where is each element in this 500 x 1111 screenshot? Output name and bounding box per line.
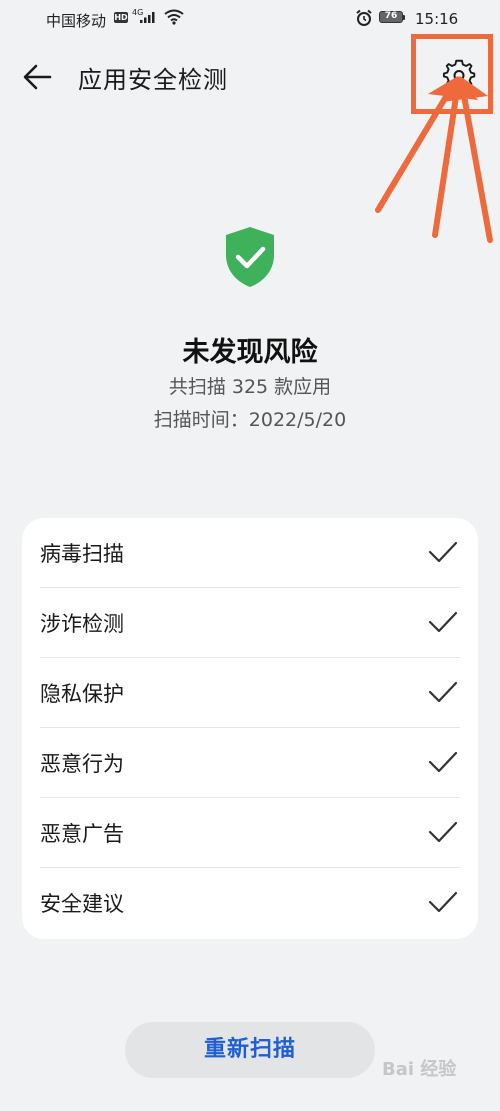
check-item-label: 涉诈检测: [40, 612, 124, 636]
back-arrow-icon: [23, 64, 52, 90]
wifi-icon: [164, 9, 184, 25]
signal-icon: [140, 12, 155, 23]
battery-tip: [403, 15, 405, 20]
check-item-malicious-ads: 恶意广告: [22, 798, 478, 868]
checkmark-icon: [428, 891, 458, 913]
scan-time: 扫描时间：2022/5/20: [153, 409, 347, 431]
alarm-icon: [356, 9, 372, 26]
check-list: 病毒扫描 涉诈检测 隐私保护 恶意行为 恶意广告 安全建议: [22, 518, 478, 939]
check-item-virus-scan: 病毒扫描: [22, 518, 478, 588]
carrier-name: 中国移动: [46, 12, 107, 30]
check-item-label: 隐私保护: [40, 682, 124, 706]
checkmark-icon: [428, 821, 458, 843]
status-bar: 中国移动 HD 4G 76 15:16: [0, 0, 500, 38]
back-button[interactable]: [20, 58, 58, 96]
hd-badge: HD: [114, 12, 128, 23]
page-title: 应用安全检测: [78, 66, 228, 94]
clock: 15:16: [415, 10, 459, 28]
battery-indicator: 76: [379, 11, 403, 23]
check-item-privacy-protection: 隐私保护: [22, 658, 478, 728]
check-item-label: 恶意广告: [40, 822, 124, 846]
annotation-arrows: [375, 76, 493, 243]
checkmark-icon: [428, 541, 458, 563]
check-item-label: 病毒扫描: [40, 542, 124, 566]
check-item-malicious-behavior: 恶意行为: [22, 728, 478, 798]
rescan-button[interactable]: 重新扫描: [125, 1022, 375, 1078]
check-item-label: 安全建议: [40, 892, 124, 916]
checkmark-icon: [428, 681, 458, 703]
checkmark-icon: [428, 751, 458, 773]
watermark: Bai 经验: [382, 1059, 457, 1080]
shield-check-icon: [226, 227, 274, 287]
checkmark-icon: [428, 611, 458, 633]
scan-count: 共扫描 325 款应用: [168, 376, 332, 398]
check-item-security-advice: 安全建议: [22, 868, 478, 938]
check-item-fraud-detection: 涉诈检测: [22, 588, 478, 658]
result-title: 未发现风险: [182, 337, 318, 368]
check-item-label: 恶意行为: [40, 752, 124, 776]
